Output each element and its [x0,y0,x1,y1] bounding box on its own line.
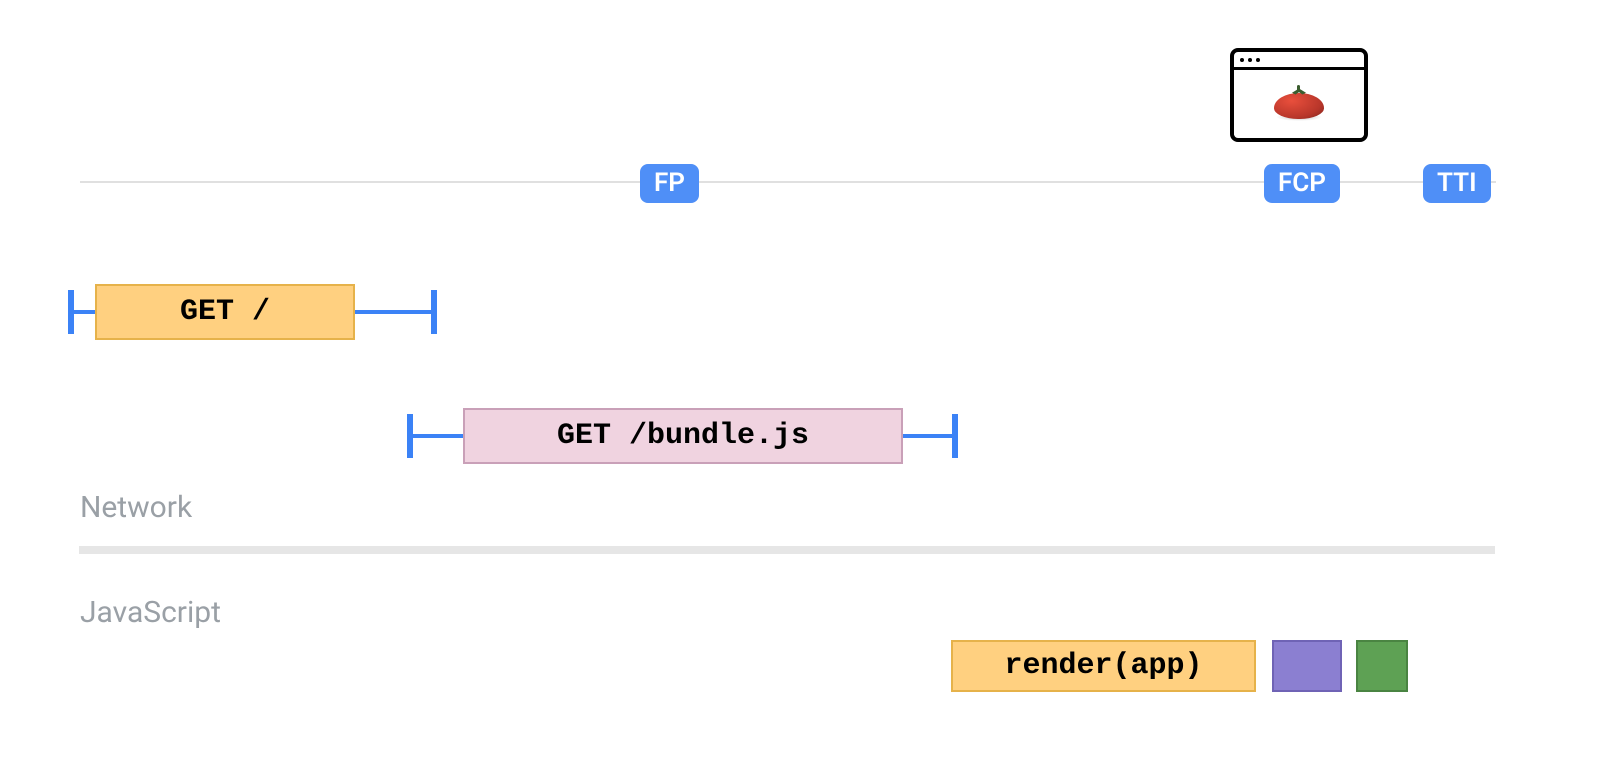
request-whisker-cap-left [68,290,74,334]
js-task-green [1356,640,1408,692]
marker-fcp: FCP [1264,164,1340,203]
marker-label: TTI [1437,168,1477,198]
js-task-purple [1272,640,1342,692]
request-label: GET /bundle.js [557,419,809,453]
marker-fp: FP [640,164,699,203]
browser-preview-window [1230,48,1368,142]
network-request-get-bundle: GET /bundle.js [0,408,1600,464]
marker-label: FCP [1278,168,1326,198]
window-control-dot [1256,58,1260,62]
request-whisker-cap-right [431,290,437,334]
request-label: GET / [180,295,270,329]
tomato-icon [1274,87,1324,119]
browser-viewport [1234,70,1364,135]
js-task-label: render(app) [1004,649,1202,683]
request-box: GET / [95,284,355,340]
network-request-get-root: GET / [0,284,1600,340]
section-label-javascript: JavaScript [80,595,221,630]
browser-chrome-bar [1234,52,1364,70]
rendering-timeline-diagram: FP FCP TTI GET / GET /bundle.js Network … [0,0,1600,770]
section-divider [79,546,1495,554]
marker-label: FP [654,168,685,198]
window-control-dot [1248,58,1252,62]
js-task-render-app: render(app) [951,640,1256,692]
marker-tti: TTI [1423,164,1491,203]
request-box: GET /bundle.js [463,408,903,464]
request-whisker-cap-right [952,414,958,458]
window-control-dot [1240,58,1244,62]
request-whisker-cap-left [407,414,413,458]
section-label-network: Network [80,490,192,525]
